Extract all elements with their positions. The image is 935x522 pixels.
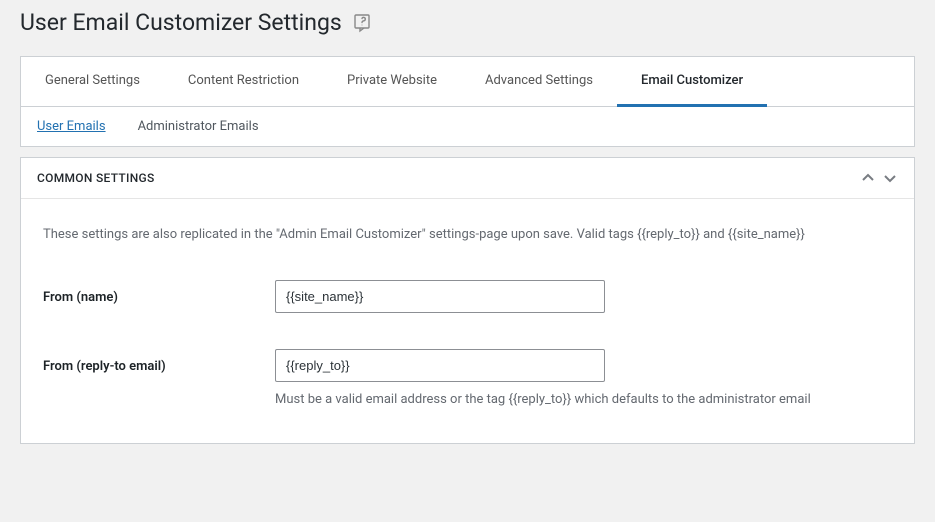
panel-sort-controls [860,170,898,186]
panel-title: COMMON SETTINGS [37,171,155,185]
common-settings-panel: COMMON SETTINGS These settings are also … [20,157,915,444]
sub-tabs: User Emails Administrator Emails [21,107,914,146]
page-title-text: User Email Customizer Settings [20,9,342,36]
move-up-icon[interactable] [860,170,876,186]
from-name-field-wrapper [275,280,892,313]
from-reply-input[interactable] [275,349,605,382]
from-reply-hint: Must be a valid email address or the tag… [275,392,892,407]
tab-private-website[interactable]: Private Website [323,57,461,107]
from-name-label: From (name) [43,280,275,305]
panel-header: COMMON SETTINGS [21,158,914,199]
tab-advanced-settings[interactable]: Advanced Settings [461,57,617,107]
panel-description: These settings are also replicated in th… [43,227,892,242]
from-reply-label: From (reply-to email) [43,349,275,374]
tab-general-settings[interactable]: General Settings [21,57,164,107]
move-down-icon[interactable] [882,170,898,186]
tab-content-restriction[interactable]: Content Restriction [164,57,323,107]
help-icon[interactable] [352,13,372,33]
from-reply-field-wrapper: Must be a valid email address or the tag… [275,349,892,407]
tabs-container: General Settings Content Restriction Pri… [20,56,915,147]
panel-body: These settings are also replicated in th… [21,199,914,443]
tab-email-customizer[interactable]: Email Customizer [617,57,767,107]
from-reply-row: From (reply-to email) Must be a valid em… [43,349,892,407]
from-name-input[interactable] [275,280,605,313]
main-tabs: General Settings Content Restriction Pri… [21,57,914,107]
subtab-user-emails[interactable]: User Emails [37,119,106,134]
from-name-row: From (name) [43,280,892,313]
subtab-administrator-emails[interactable]: Administrator Emails [138,119,259,134]
page-title: User Email Customizer Settings [0,0,935,56]
